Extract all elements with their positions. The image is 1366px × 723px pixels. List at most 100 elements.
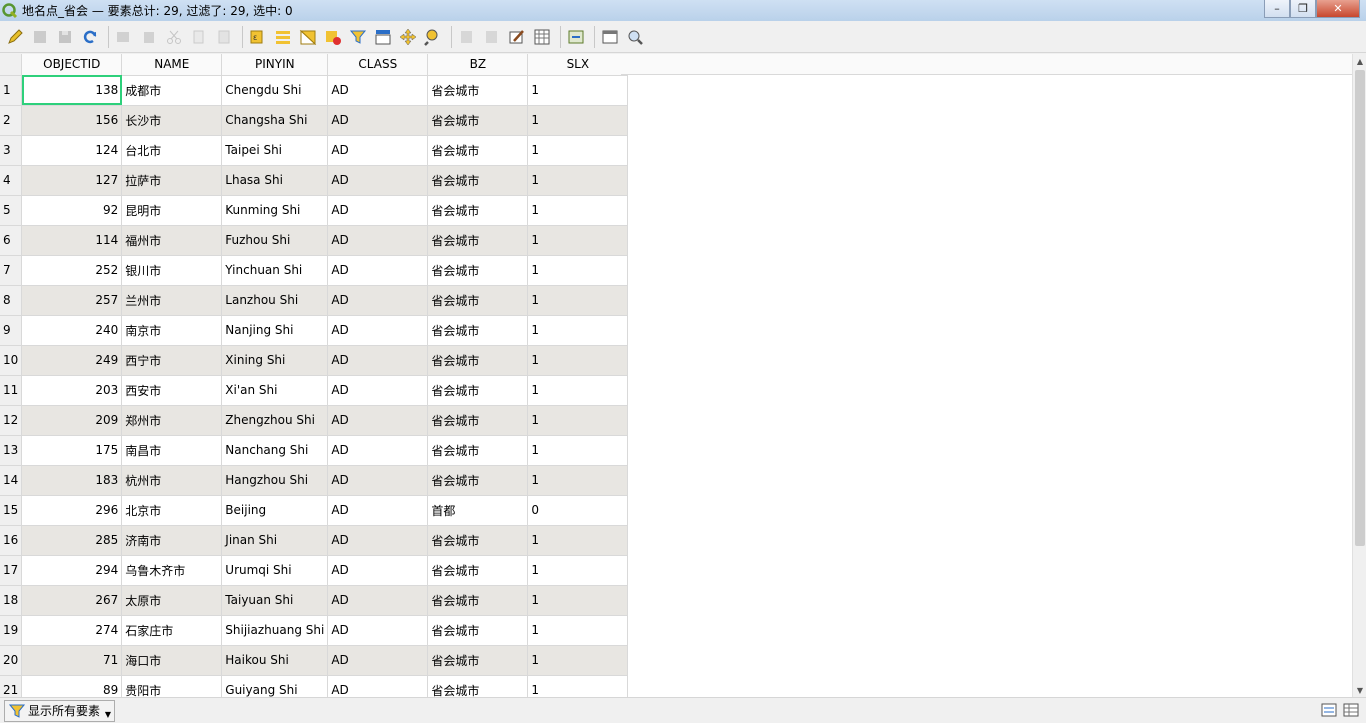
cell-slx[interactable]: 1 (527, 255, 629, 286)
column-header-pinyin[interactable]: PINYIN (221, 54, 329, 76)
cell-class[interactable]: AD (327, 435, 429, 466)
row-number-header[interactable]: 8 (0, 285, 23, 316)
cell-objectid[interactable]: 240 (21, 315, 123, 346)
cell-name[interactable]: 贵阳市 (121, 675, 223, 697)
vertical-scrollbar[interactable]: ▲ ▼ (1352, 54, 1366, 697)
cell-pinyin[interactable]: Lanzhou Shi (221, 285, 329, 316)
table-row[interactable]: 7 252 银川市 Yinchuan Shi AD 省会城市 1 (0, 255, 629, 286)
cell-slx[interactable]: 1 (527, 165, 629, 196)
actions-button[interactable] (565, 26, 587, 48)
cell-bz[interactable]: 省会城市 (427, 345, 529, 376)
reload-button[interactable] (79, 26, 101, 48)
cell-pinyin[interactable]: Yinchuan Shi (221, 255, 329, 286)
cell-slx[interactable]: 1 (527, 375, 629, 406)
cell-slx[interactable]: 1 (527, 345, 629, 376)
cell-class[interactable]: AD (327, 645, 429, 676)
row-number-header[interactable]: 12 (0, 405, 23, 436)
cell-class[interactable]: AD (327, 285, 429, 316)
column-header-class[interactable]: CLASS (327, 54, 429, 76)
cell-name[interactable]: 济南市 (121, 525, 223, 556)
table-row[interactable]: 15 296 北京市 Beijing AD 首都 0 (0, 495, 629, 526)
cell-pinyin[interactable]: Kunming Shi (221, 195, 329, 226)
row-number-header[interactable]: 13 (0, 435, 23, 466)
cell-class[interactable]: AD (327, 585, 429, 616)
row-number-header[interactable]: 17 (0, 555, 23, 586)
table-row[interactable]: 16 285 济南市 Jinan Shi AD 省会城市 1 (0, 525, 629, 556)
cell-slx[interactable]: 1 (527, 75, 629, 106)
table-row[interactable]: 10 249 西宁市 Xining Shi AD 省会城市 1 (0, 345, 629, 376)
table-row[interactable]: 20 71 海口市 Haikou Shi AD 省会城市 1 (0, 645, 629, 676)
cell-class[interactable]: AD (327, 165, 429, 196)
row-number-header[interactable]: 18 (0, 585, 23, 616)
table-row[interactable]: 12 209 郑州市 Zhengzhou Shi AD 省会城市 1 (0, 405, 629, 436)
cell-pinyin[interactable]: Haikou Shi (221, 645, 329, 676)
cell-objectid[interactable]: 71 (21, 645, 123, 676)
cell-name[interactable]: 兰州市 (121, 285, 223, 316)
minimize-button[interactable]: – (1264, 0, 1290, 18)
move-selection-top-button[interactable] (372, 26, 394, 48)
cell-slx[interactable]: 1 (527, 195, 629, 226)
cell-bz[interactable]: 省会城市 (427, 75, 529, 106)
cell-pinyin[interactable]: Fuzhou Shi (221, 225, 329, 256)
table-row[interactable]: 8 257 兰州市 Lanzhou Shi AD 省会城市 1 (0, 285, 629, 316)
cell-objectid[interactable]: 249 (21, 345, 123, 376)
table-row[interactable]: 14 183 杭州市 Hangzhou Shi AD 省会城市 1 (0, 465, 629, 496)
table-row[interactable]: 19 274 石家庄市 Shijiazhuang Shi AD 省会城市 1 (0, 615, 629, 646)
row-number-header[interactable]: 21 (0, 675, 23, 697)
cell-name[interactable]: 银川市 (121, 255, 223, 286)
select-by-expression-button[interactable]: ε (247, 26, 269, 48)
cell-pinyin[interactable]: Changsha Shi (221, 105, 329, 136)
cell-bz[interactable]: 省会城市 (427, 315, 529, 346)
cell-bz[interactable]: 省会城市 (427, 435, 529, 466)
dock-button[interactable] (599, 26, 621, 48)
cell-pinyin[interactable]: Lhasa Shi (221, 165, 329, 196)
cell-objectid[interactable]: 257 (21, 285, 123, 316)
cell-bz[interactable]: 省会城市 (427, 285, 529, 316)
row-number-header[interactable]: 11 (0, 375, 23, 406)
cell-pinyin[interactable]: Hangzhou Shi (221, 465, 329, 496)
cell-class[interactable]: AD (327, 675, 429, 697)
table-row[interactable]: 9 240 南京市 Nanjing Shi AD 省会城市 1 (0, 315, 629, 346)
cell-bz[interactable]: 省会城市 (427, 195, 529, 226)
cell-bz[interactable]: 省会城市 (427, 525, 529, 556)
cell-objectid[interactable]: 127 (21, 165, 123, 196)
cell-objectid[interactable]: 156 (21, 105, 123, 136)
cell-class[interactable]: AD (327, 465, 429, 496)
show-features-filter-button[interactable]: 显示所有要素 ▼ (4, 699, 116, 722)
zoom-to-selection-button[interactable] (422, 26, 444, 48)
cell-name[interactable]: 西宁市 (121, 345, 223, 376)
column-header-name[interactable]: NAME (121, 54, 223, 76)
cell-objectid[interactable]: 175 (21, 435, 123, 466)
cell-name[interactable]: 成都市 (121, 75, 223, 106)
cell-class[interactable]: AD (327, 135, 429, 166)
attribute-table[interactable]: OBJECTID NAME PINYIN CLASS BZ SLX 1 138 成都… (0, 54, 1352, 697)
add-feature-button[interactable] (113, 26, 135, 48)
cell-bz[interactable]: 省会城市 (427, 225, 529, 256)
cell-class[interactable]: AD (327, 405, 429, 436)
cell-pinyin[interactable]: Taiyuan Shi (221, 585, 329, 616)
cell-objectid[interactable]: 274 (21, 615, 123, 646)
cell-objectid[interactable]: 294 (21, 555, 123, 586)
cell-objectid[interactable]: 89 (21, 675, 123, 697)
cell-pinyin[interactable]: Xining Shi (221, 345, 329, 376)
cell-class[interactable]: AD (327, 105, 429, 136)
table-row[interactable]: 21 89 贵阳市 Guiyang Shi AD 省会城市 1 (0, 675, 629, 697)
table-row[interactable]: 17 294 乌鲁木齐市 Urumqi Shi AD 省会城市 1 (0, 555, 629, 586)
cell-name[interactable]: 海口市 (121, 645, 223, 676)
cell-name[interactable]: 南京市 (121, 315, 223, 346)
cell-pinyin[interactable]: Beijing (221, 495, 329, 526)
cell-pinyin[interactable]: Nanjing Shi (221, 315, 329, 346)
cell-slx[interactable]: 1 (527, 435, 629, 466)
cell-slx[interactable]: 1 (527, 135, 629, 166)
cell-objectid[interactable]: 138 (21, 75, 123, 106)
table-row[interactable]: 2 156 长沙市 Changsha Shi AD 省会城市 1 (0, 105, 629, 136)
column-header-objectid[interactable]: OBJECTID (21, 54, 123, 76)
cell-bz[interactable]: 省会城市 (427, 675, 529, 697)
table-row[interactable]: 5 92 昆明市 Kunming Shi AD 省会城市 1 (0, 195, 629, 226)
paste-button[interactable] (213, 26, 235, 48)
cell-slx[interactable]: 1 (527, 615, 629, 646)
new-field-button[interactable] (456, 26, 478, 48)
cell-name[interactable]: 太原市 (121, 585, 223, 616)
row-number-header[interactable]: 7 (0, 255, 23, 286)
corner-cell[interactable] (0, 54, 23, 76)
